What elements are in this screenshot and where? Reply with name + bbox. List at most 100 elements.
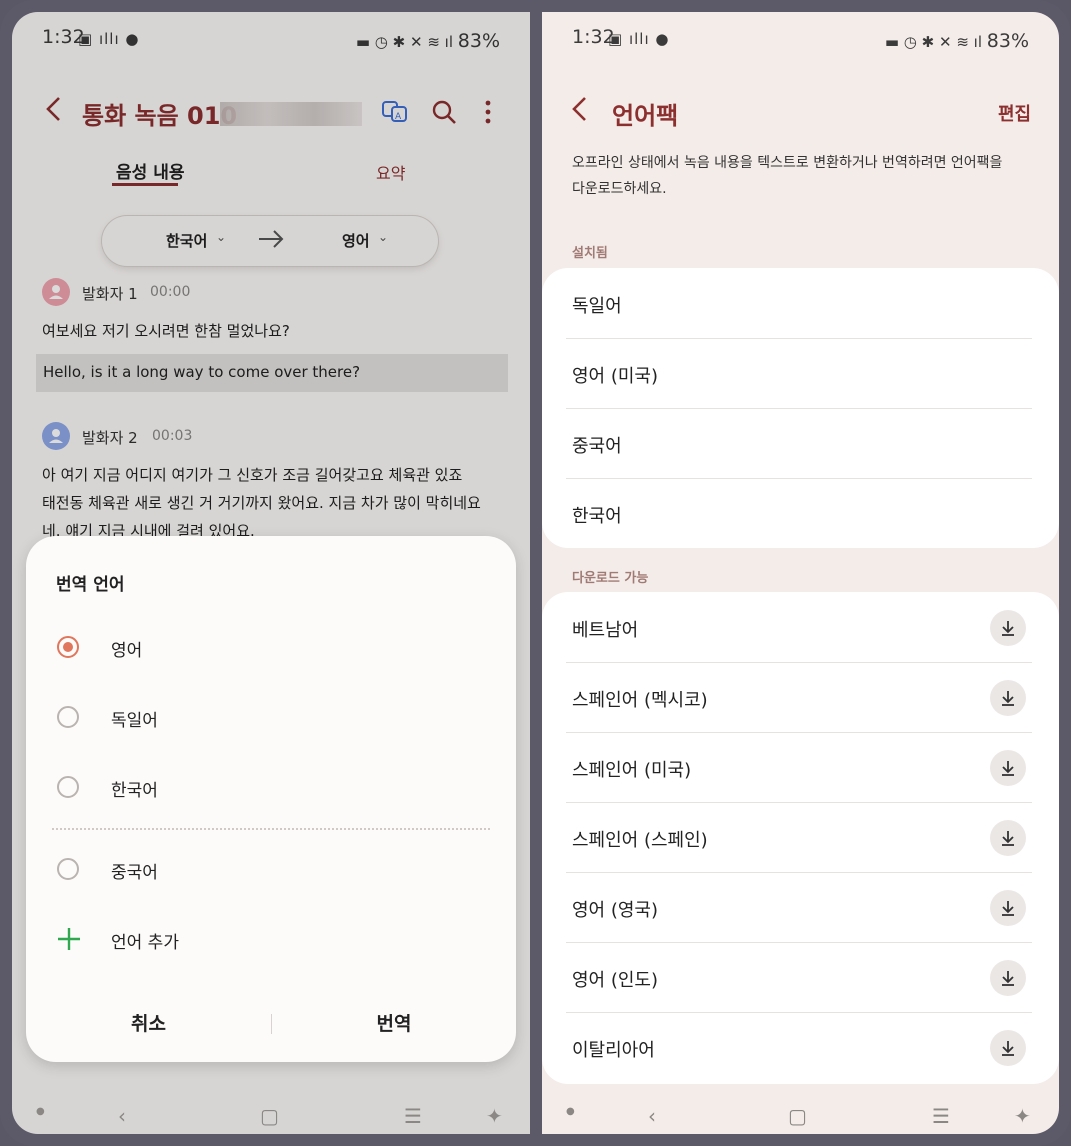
row-divider xyxy=(566,478,1032,479)
nav-recents-icon[interactable]: ☰ xyxy=(404,1104,422,1128)
row-divider xyxy=(566,408,1032,409)
back-icon[interactable] xyxy=(566,94,596,124)
option-label: 영어 xyxy=(111,641,143,661)
nav-home-icon[interactable]: ▢ xyxy=(260,1104,279,1128)
status-bar: 1:32 ▣ ıllı ● ▬ ◷ ✱ ✕ ≋ ıl 83% xyxy=(542,26,1059,52)
translation-text: Hello, is it a long way to come over the… xyxy=(43,363,361,381)
tab-summary[interactable]: 요약 xyxy=(376,160,405,184)
chevron-down-icon: ⌄ xyxy=(378,230,389,244)
speaker-time[interactable]: 00:00 xyxy=(150,284,190,300)
add-language-button[interactable]: 언어 추가 xyxy=(26,910,516,968)
download-icon[interactable] xyxy=(990,680,1026,716)
transcript-line: 태전동 체육관 새로 생긴 거 거기까지 왔어요. 지금 차가 많이 막히네요 xyxy=(42,494,481,512)
cancel-button[interactable]: 취소 xyxy=(26,996,271,1048)
installed-list: 독일어 영어 (미국) 중국어 한국어 xyxy=(542,268,1059,548)
more-options-icon[interactable] xyxy=(480,98,496,126)
installed-item[interactable]: 독일어 xyxy=(572,292,622,318)
installed-item[interactable]: 중국어 xyxy=(572,432,622,458)
available-section-title: 다운로드 가능 xyxy=(572,571,649,586)
speaker-name: 발화자 1 xyxy=(82,285,138,303)
accessibility-icon[interactable]: ✦ xyxy=(486,1104,503,1128)
accessibility-icon[interactable]: ✦ xyxy=(1014,1104,1031,1128)
download-icon[interactable] xyxy=(990,960,1026,996)
option-english[interactable]: 영어 xyxy=(26,618,516,676)
installed-section-title: 설치됨 xyxy=(572,246,608,261)
nav-back-icon[interactable]: ‹ xyxy=(648,1104,656,1128)
row-divider xyxy=(566,872,1032,873)
language-selector[interactable]: 한국어 ⌄ 영어 ⌄ xyxy=(102,216,438,266)
transcript-line: 아 여기 지금 어디지 여기가 그 신호가 조금 길어갖고요 체육관 있죠 xyxy=(42,466,463,484)
installed-item[interactable]: 영어 (미국) xyxy=(572,362,658,388)
download-icon[interactable] xyxy=(990,750,1026,786)
page-title: 언어팩 xyxy=(612,102,679,130)
arrow-right-icon xyxy=(256,226,286,256)
available-item[interactable]: 베트남어 xyxy=(572,616,638,642)
system-icons: ▬ ◷ ✱ ✕ ≋ ıl 83% xyxy=(884,30,1029,52)
language-pack-screen: 1:32 ▣ ıllı ● ▬ ◷ ✱ ✕ ≋ ıl 83% 언어팩 편집 오프… xyxy=(542,12,1059,1134)
search-icon[interactable] xyxy=(430,98,458,126)
avatar xyxy=(42,278,70,306)
available-item[interactable]: 스페인어 (미국) xyxy=(572,756,691,782)
option-label: 중국어 xyxy=(111,863,158,883)
translate-language-sheet: 번역 언어 영어 독일어 한국어 중국어 언어 추가 취소 번역 xyxy=(26,536,516,1062)
row-divider xyxy=(566,1012,1032,1013)
tab-transcript[interactable]: 음성 내용 xyxy=(116,158,184,183)
tab-indicator xyxy=(112,183,178,186)
translation-highlight: Hello, is it a long way to come over the… xyxy=(36,354,508,392)
radio-unselected[interactable] xyxy=(57,858,79,880)
avatar xyxy=(42,422,70,450)
chevron-down-icon: ⌄ xyxy=(216,230,227,244)
download-icon[interactable] xyxy=(990,1030,1026,1066)
row-divider xyxy=(566,802,1032,803)
source-language[interactable]: 한국어 xyxy=(166,230,207,251)
status-bar: 1:32 ▣ ıllı ● ▬ ◷ ✱ ✕ ≋ ıl 83% xyxy=(12,26,530,52)
translate-button[interactable]: 번역 xyxy=(272,996,516,1048)
translate-icon[interactable]: A xyxy=(380,96,410,126)
nav-dot: ● xyxy=(566,1106,575,1117)
available-item[interactable]: 스페인어 (멕시코) xyxy=(572,686,708,712)
installed-item[interactable]: 한국어 xyxy=(572,502,622,528)
svg-text:A: A xyxy=(395,112,402,122)
option-korean[interactable]: 한국어 xyxy=(26,758,516,816)
notification-icons: ▣ ıllı ● xyxy=(78,30,140,48)
nav-dot: ● xyxy=(36,1106,45,1117)
description-line: 오프라인 상태에서 녹음 내용을 텍스트로 변환하거나 번역하려면 언어팩을 xyxy=(572,155,1003,171)
page-title: 통화 녹음 010 xyxy=(82,102,238,130)
download-icon[interactable] xyxy=(990,890,1026,926)
row-divider xyxy=(566,732,1032,733)
available-item[interactable]: 이탈리아어 xyxy=(572,1036,655,1062)
blurred-number xyxy=(220,102,362,126)
recording-screen: 1:32 ▣ ıllı ● ▬ ◷ ✱ ✕ ≋ ıl 83% 통화 녹음 010… xyxy=(12,12,530,1134)
speaker-name: 발화자 2 xyxy=(82,429,138,447)
row-divider xyxy=(566,942,1032,943)
speaker-time[interactable]: 00:03 xyxy=(152,428,192,444)
add-language-label: 언어 추가 xyxy=(111,933,179,953)
option-label: 독일어 xyxy=(111,711,158,731)
radio-unselected[interactable] xyxy=(57,706,79,728)
plus-icon xyxy=(56,926,82,952)
edit-button[interactable]: 편집 xyxy=(998,100,1031,126)
nav-recents-icon[interactable]: ☰ xyxy=(932,1104,950,1128)
sheet-title: 번역 언어 xyxy=(56,575,125,595)
option-chinese[interactable]: 중국어 xyxy=(26,840,516,898)
notification-icons: ▣ ıllı ● xyxy=(608,30,670,48)
row-divider xyxy=(566,662,1032,663)
radio-selected[interactable] xyxy=(57,636,79,658)
option-german[interactable]: 독일어 xyxy=(26,688,516,746)
nav-back-icon[interactable]: ‹ xyxy=(118,1104,126,1128)
target-language[interactable]: 영어 xyxy=(342,230,370,251)
download-icon[interactable] xyxy=(990,610,1026,646)
transcript-text: 여보세요 저기 오시려면 한참 멀었나요? xyxy=(42,322,290,340)
option-label: 한국어 xyxy=(111,781,158,801)
available-item[interactable]: 영어 (영국) xyxy=(572,896,658,922)
back-icon[interactable] xyxy=(40,94,70,124)
row-divider xyxy=(566,338,1032,339)
system-icons: ▬ ◷ ✱ ✕ ≋ ıl 83% xyxy=(355,30,500,52)
radio-unselected[interactable] xyxy=(57,776,79,798)
options-divider xyxy=(52,828,490,830)
description-line: 다운로드하세요. xyxy=(572,181,667,197)
available-item[interactable]: 스페인어 (스페인) xyxy=(572,826,708,852)
available-item[interactable]: 영어 (인도) xyxy=(572,966,658,992)
nav-home-icon[interactable]: ▢ xyxy=(788,1104,807,1128)
download-icon[interactable] xyxy=(990,820,1026,856)
